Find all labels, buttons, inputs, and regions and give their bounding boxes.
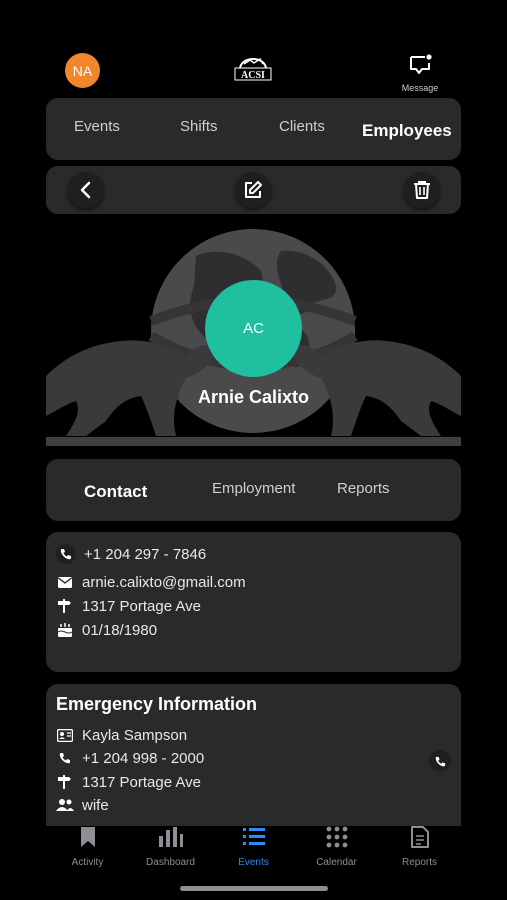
message-button[interactable]: Message: [396, 54, 444, 96]
emergency-phone: +1 204 998 - 2000: [82, 749, 205, 767]
emergency-phone-row[interactable]: +1 204 998 - 2000: [56, 749, 204, 767]
action-bar: [46, 166, 461, 214]
tab-employment[interactable]: Employment: [212, 480, 295, 497]
tab-clients[interactable]: Clients: [279, 118, 325, 135]
contact-phone-row[interactable]: +1 204 297 - 7846: [56, 544, 206, 564]
edit-button[interactable]: [235, 172, 271, 208]
signpost-icon: [56, 597, 74, 615]
call-emergency-button[interactable]: [429, 750, 451, 772]
tab-reports[interactable]: Reports: [337, 480, 390, 497]
phone-icon: [56, 544, 76, 564]
nav-activity[interactable]: Activity: [46, 826, 129, 868]
chevron-left-icon: [80, 181, 91, 199]
signpost-icon: [56, 773, 74, 791]
tab-contact[interactable]: Contact: [84, 482, 147, 502]
employee-avatar: AC: [205, 280, 302, 377]
detail-tabs: Contact Employment Reports: [46, 459, 461, 521]
mail-icon: [56, 573, 74, 591]
contact-card: +1 204 297 - 7846 arnie.calixto@gmail.co…: [46, 532, 461, 672]
employee-name: Arnie Calixto: [197, 387, 310, 407]
tab-events[interactable]: Events: [74, 118, 120, 135]
contact-card-icon: [56, 726, 74, 744]
contact-phone: +1 204 297 - 7846: [84, 545, 207, 563]
contact-address: 1317 Portage Ave: [82, 597, 201, 615]
tab-shifts[interactable]: Shifts: [180, 118, 218, 135]
contact-email: arnie.calixto@gmail.com: [82, 573, 246, 591]
bar-chart-icon: [158, 827, 183, 847]
list-icon: [242, 828, 265, 845]
emergency-card: Emergency Information Kayla Sampson +1 2…: [46, 684, 461, 826]
contact-email-row[interactable]: arnie.calixto@gmail.com: [56, 573, 246, 591]
nav-calendar[interactable]: Calendar: [295, 826, 378, 868]
back-button[interactable]: [68, 172, 104, 208]
bookmark-icon: [80, 827, 95, 847]
logo-text: ACSI: [241, 70, 265, 81]
nav-label: Calendar: [316, 857, 357, 868]
user-avatar[interactable]: NA: [65, 53, 100, 88]
emergency-relation: wife: [82, 796, 109, 814]
nav-label: Activity: [71, 857, 104, 868]
delete-button[interactable]: [404, 172, 440, 208]
top-tabs: Events Shifts Clients Employees: [46, 98, 461, 160]
edit-icon: [245, 181, 262, 198]
message-label: Message: [401, 83, 439, 93]
emergency-address-row: 1317 Portage Ave: [56, 773, 201, 791]
emergency-name-row: Kayla Sampson: [56, 726, 187, 744]
tab-employees[interactable]: Employees: [362, 121, 452, 141]
nav-label: Reports: [401, 857, 437, 868]
nav-dashboard[interactable]: Dashboard: [129, 826, 212, 868]
bottom-nav: Activity Dashboard Events Calendar Repor…: [46, 826, 461, 876]
message-icon: [410, 54, 432, 74]
phone-icon: [435, 756, 445, 766]
nav-events[interactable]: Events: [212, 826, 295, 868]
document-icon: [410, 826, 429, 848]
emergency-address: 1317 Portage Ave: [82, 773, 201, 791]
emergency-name: Kayla Sampson: [82, 726, 188, 744]
nav-label: Dashboard: [146, 857, 195, 868]
nav-reports[interactable]: Reports: [378, 826, 461, 868]
trash-icon: [414, 181, 430, 199]
emergency-relation-row: wife: [56, 796, 109, 814]
grid-dots-icon: [326, 826, 347, 848]
emergency-title: Emergency Information: [56, 694, 258, 714]
people-icon: [56, 796, 74, 814]
birthday-cake-icon: [56, 621, 74, 639]
nav-label: Events: [238, 857, 269, 868]
contact-address-row: 1317 Portage Ave: [56, 597, 201, 615]
contact-birthday: 01/18/1980: [82, 621, 158, 639]
home-indicator[interactable]: [180, 886, 328, 891]
company-logo: ACSI: [232, 50, 274, 86]
contact-birthday-row: 01/18/1980: [56, 621, 157, 639]
phone-icon: [56, 749, 74, 767]
hero-ground: [46, 437, 461, 446]
